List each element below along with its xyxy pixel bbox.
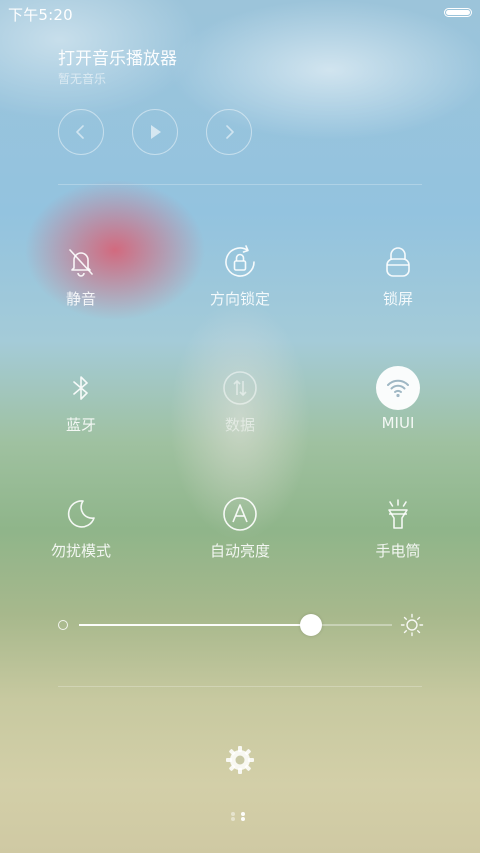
- page-dot: [231, 817, 235, 821]
- battery-level-fill: [446, 10, 470, 15]
- auto-brightness-icon: [218, 492, 262, 536]
- rotation-lock-icon: [218, 240, 262, 284]
- mobile-data-icon: [218, 366, 262, 410]
- bluetooth-icon: [59, 366, 103, 410]
- page-indicator: [231, 812, 249, 824]
- toggle-lock-screen-label: 锁屏: [382, 290, 413, 308]
- play-button[interactable]: [132, 109, 178, 155]
- toggle-silent[interactable]: 静音: [21, 240, 141, 320]
- moon-icon: [59, 492, 103, 536]
- wifi-toggle-active: [376, 366, 420, 410]
- toggle-flashlight-label: 手电筒: [375, 542, 421, 560]
- music-player-title[interactable]: 打开音乐播放器: [58, 44, 177, 69]
- wifi-icon: [376, 366, 420, 410]
- brightness-thumb[interactable]: [300, 614, 322, 636]
- toggle-rotation-lock[interactable]: 方向锁定: [180, 240, 300, 320]
- toggle-flashlight[interactable]: 手电筒: [338, 492, 458, 572]
- toggle-bluetooth[interactable]: 蓝牙: [21, 366, 141, 446]
- toggle-do-not-disturb-label: 勿扰模式: [50, 542, 111, 560]
- flashlight-icon: [376, 492, 420, 536]
- divider: [58, 686, 422, 687]
- play-icon: [151, 125, 161, 139]
- battery-icon: [444, 8, 472, 17]
- toggle-auto-brightness[interactable]: 自动亮度: [180, 492, 300, 572]
- toggle-wifi[interactable]: MIUI: [338, 366, 458, 446]
- control-center-screen: 下午5:20 打开音乐播放器 暂无音乐 静音 方向锁定 锁屏 蓝牙 数据 MIU…: [0, 0, 480, 853]
- gear-icon: [226, 746, 254, 774]
- music-player-subtitle: 暂无音乐: [58, 72, 107, 86]
- toggle-do-not-disturb[interactable]: 勿扰模式: [21, 492, 141, 572]
- brightness-track[interactable]: [79, 614, 392, 636]
- page-dot: [231, 812, 235, 816]
- previous-icon: [76, 125, 84, 139]
- toggle-wifi-label: MIUI: [381, 414, 415, 432]
- page-dot: [241, 817, 245, 821]
- toggle-auto-brightness-label: 自动亮度: [209, 542, 270, 560]
- next-icon: [226, 125, 234, 139]
- settings-button[interactable]: [222, 742, 258, 778]
- brightness-slider[interactable]: [56, 612, 426, 638]
- status-bar: 下午5:20: [0, 0, 480, 26]
- silent-bell-icon: [59, 240, 103, 284]
- toggle-silent-label: 静音: [65, 290, 96, 308]
- toggle-rotation-lock-label: 方向锁定: [209, 290, 270, 308]
- status-time: 下午5:20: [8, 6, 73, 24]
- toggle-bluetooth-label: 蓝牙: [65, 416, 96, 434]
- previous-button[interactable]: [58, 109, 104, 155]
- page-dot: [241, 812, 245, 816]
- next-button[interactable]: [206, 109, 252, 155]
- toggle-lock-screen[interactable]: 锁屏: [338, 240, 458, 320]
- toggle-mobile-data-label: 数据: [224, 416, 255, 434]
- toggle-mobile-data[interactable]: 数据: [180, 366, 300, 446]
- divider: [58, 184, 422, 185]
- brightness-track-fill: [79, 624, 311, 626]
- brightness-low-icon: [58, 620, 68, 630]
- lock-icon: [376, 240, 420, 284]
- brightness-high-icon: [400, 613, 424, 637]
